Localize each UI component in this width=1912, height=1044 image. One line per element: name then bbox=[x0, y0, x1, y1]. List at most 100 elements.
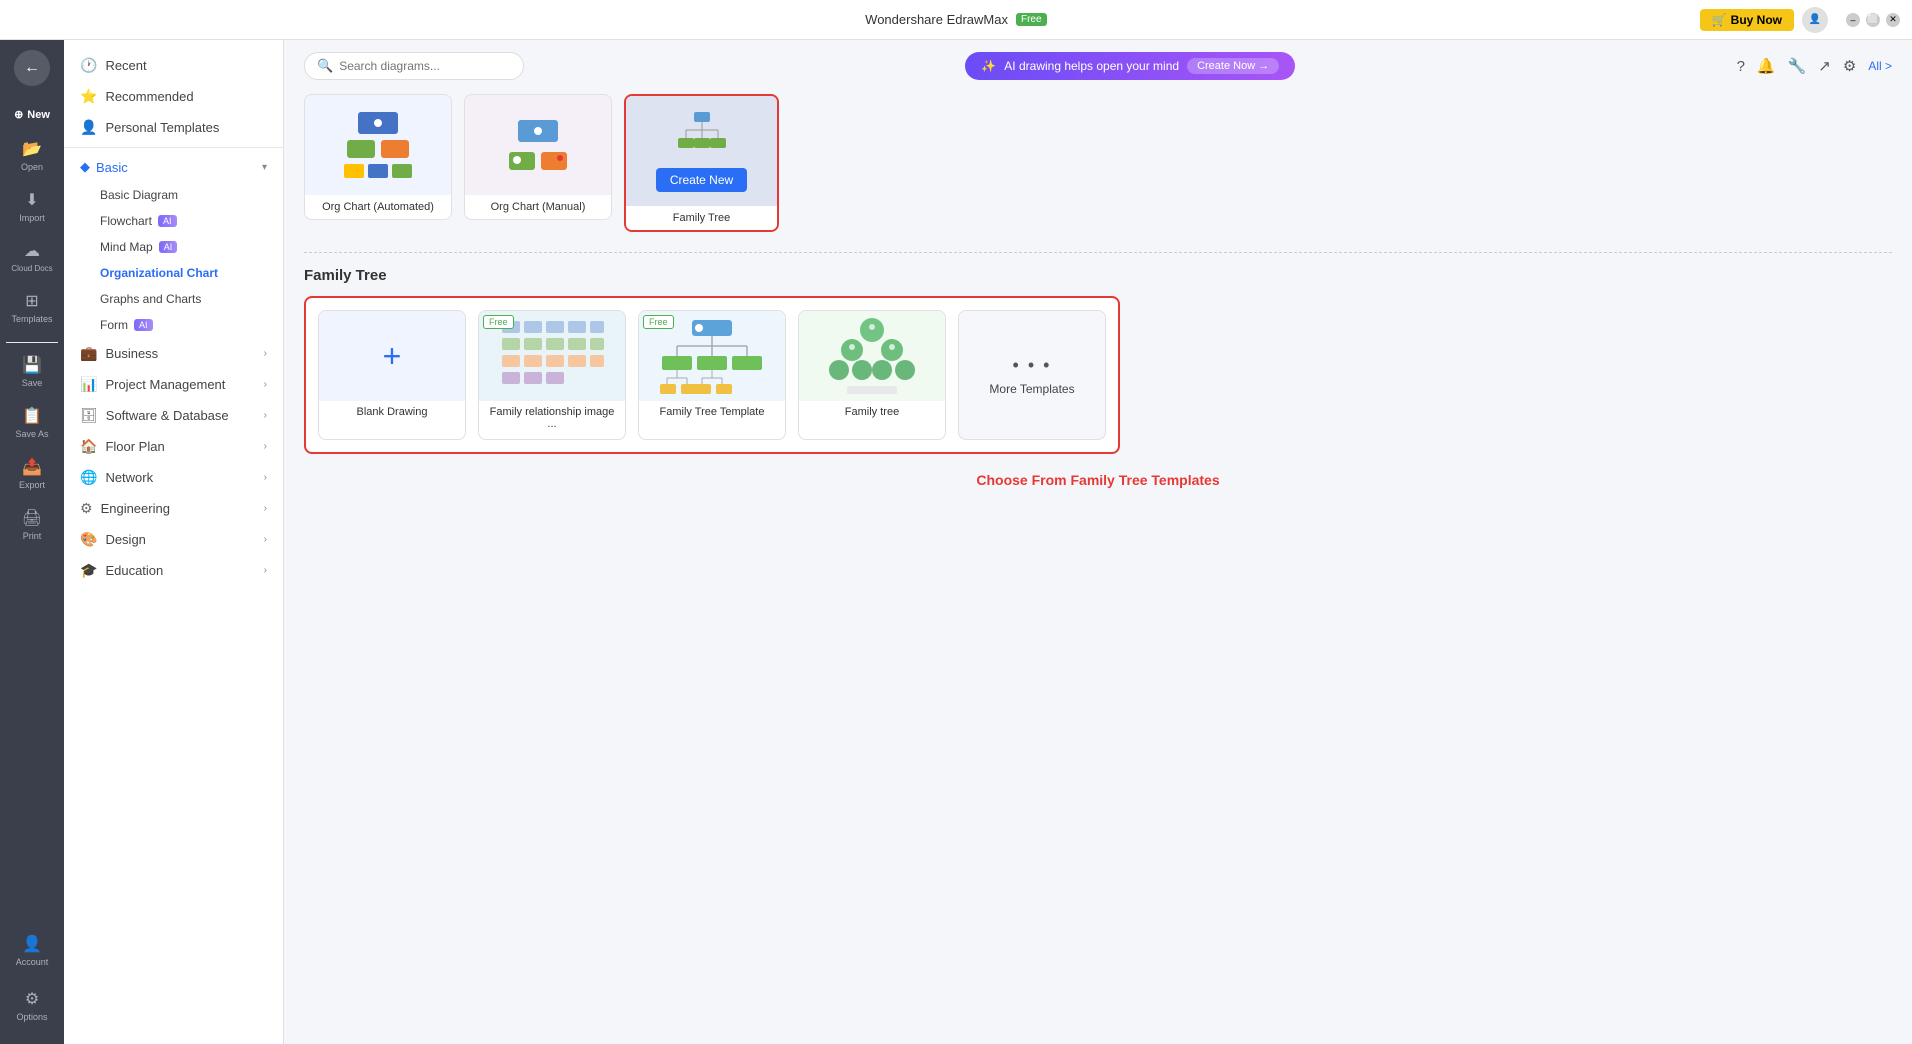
more-templates-label: More Templates bbox=[989, 382, 1074, 396]
family-rel-card[interactable]: Free bbox=[478, 310, 626, 440]
print-icon: 🖨 bbox=[22, 508, 42, 528]
ai-badge-mindmap: AI bbox=[159, 241, 178, 253]
recent-icon: 🕐 bbox=[80, 57, 97, 74]
blank-label: Blank Drawing bbox=[319, 401, 465, 423]
sidebar-item-project[interactable]: 📊 Project Management › bbox=[64, 369, 283, 400]
chevron-right-engineering: › bbox=[264, 503, 267, 514]
chevron-right-software: › bbox=[264, 410, 267, 421]
sidebar-item-basic-diagram[interactable]: Basic Diagram bbox=[64, 182, 283, 208]
chevron-right-floor: › bbox=[264, 441, 267, 452]
sidebar-item-export[interactable]: 📤 Export bbox=[3, 451, 61, 496]
more-dots: • • • bbox=[1013, 355, 1052, 376]
sidebar-item-account[interactable]: 👤 Account bbox=[3, 928, 61, 973]
sidebar-item-network[interactable]: 🌐 Network › bbox=[64, 462, 283, 493]
blank-drawing-card[interactable]: + Blank Drawing bbox=[318, 310, 466, 440]
family-tree-card[interactable]: Family tree bbox=[798, 310, 946, 440]
app-name: Wondershare EdrawMax bbox=[865, 12, 1008, 27]
business-icon: 💼 bbox=[80, 345, 97, 362]
sidebar-item-import[interactable]: ⬇ Import bbox=[3, 184, 61, 229]
sidebar-item-floor[interactable]: 🏠 Floor Plan › bbox=[64, 431, 283, 462]
family-tree-create-card[interactable]: Create New Family Tree bbox=[624, 94, 779, 232]
main-content: 🔍 ✨ AI drawing helps open your mind Crea… bbox=[284, 40, 1912, 1044]
sidebar-item-design[interactable]: 🎨 Design › bbox=[64, 524, 283, 555]
sidebar-item-saveas[interactable]: 📋 Save As bbox=[3, 400, 61, 445]
sidebar-item-software[interactable]: 🗄 Software & Database › bbox=[64, 400, 283, 431]
sidebar-item-new[interactable]: ⊕ New bbox=[3, 102, 61, 127]
free-badge: Free bbox=[1016, 13, 1047, 26]
sidebar-item-form[interactable]: Form AI bbox=[64, 312, 283, 338]
close-button[interactable]: ✕ bbox=[1886, 13, 1900, 27]
personal-icon: 👤 bbox=[80, 119, 97, 136]
minimize-button[interactable]: – bbox=[1846, 13, 1860, 27]
family-rel-graphic bbox=[497, 316, 607, 396]
tools-icon[interactable]: 🔧 bbox=[1788, 57, 1807, 75]
basic-icon: ◆ bbox=[80, 159, 90, 175]
titlebar-right: 🛒 Buy Now 👤 – ⬜ ✕ bbox=[1700, 7, 1900, 33]
free-tag-template: Free bbox=[643, 315, 674, 329]
chevron-right-education: › bbox=[264, 565, 267, 576]
sidebar-item-save[interactable]: 💾 Save bbox=[3, 349, 61, 394]
create-new-button[interactable]: Create New bbox=[656, 168, 747, 192]
sidebar-item-flowchart[interactable]: Flowchart AI bbox=[64, 208, 283, 234]
chevron-down-icon: ▾ bbox=[262, 162, 267, 173]
free-tag-rel: Free bbox=[483, 315, 514, 329]
sidebar-item-templates[interactable]: ⊞ Templates bbox=[3, 285, 61, 330]
ai-banner[interactable]: ✨ AI drawing helps open your mind Create… bbox=[965, 52, 1295, 80]
category-basic[interactable]: ◆ Basic ▾ bbox=[64, 152, 283, 182]
sidebar-item-cloud[interactable]: ☁ Cloud Docs bbox=[3, 235, 61, 279]
family-template-card[interactable]: Free bbox=[638, 310, 786, 440]
sidebar-item-graphs[interactable]: Graphs and Charts bbox=[64, 286, 283, 312]
family-template-label: Family Tree Template bbox=[639, 401, 785, 423]
buy-now-button[interactable]: 🛒 Buy Now bbox=[1700, 9, 1794, 31]
left-panel: 🕐 Recent ⭐ Recommended 👤 Personal Templa… bbox=[64, 40, 284, 1044]
org-auto-label: Org Chart (Automated) bbox=[305, 195, 451, 219]
ai-sparkle-icon: ✨ bbox=[981, 59, 996, 73]
sidebar-item-recommended[interactable]: ⭐ Recommended bbox=[64, 81, 283, 112]
search-input[interactable] bbox=[339, 59, 511, 73]
sidebar-item-business[interactable]: 💼 Business › bbox=[64, 338, 283, 369]
maximize-button[interactable]: ⬜ bbox=[1866, 13, 1880, 27]
family-tree-mini-graphic bbox=[672, 110, 732, 160]
family-tree-cards-wrapper: + Blank Drawing Free bbox=[304, 296, 1120, 454]
sidebar-item-recent[interactable]: 🕐 Recent bbox=[64, 50, 283, 81]
open-icon: 📂 bbox=[22, 139, 42, 159]
software-icon: 🗄 bbox=[80, 407, 98, 424]
icon-sidebar-bottom: 👤 Account ⚙ Options bbox=[3, 928, 61, 1044]
account-icon: 👤 bbox=[22, 934, 42, 954]
bell-icon[interactable]: 🔔 bbox=[1757, 57, 1776, 75]
avatar[interactable]: 👤 bbox=[1802, 7, 1828, 33]
cloud-icon: ☁ bbox=[24, 241, 40, 261]
family-tree-create-label: Family Tree bbox=[626, 206, 777, 230]
help-icon[interactable]: ? bbox=[1737, 58, 1745, 75]
sidebar-item-options[interactable]: ⚙ Options bbox=[3, 983, 61, 1028]
more-templates-card[interactable]: • • • More Templates bbox=[958, 310, 1106, 440]
sidebar-item-mind-map[interactable]: Mind Map AI bbox=[64, 234, 283, 260]
family-template-graphic bbox=[657, 316, 767, 396]
chevron-right-business: › bbox=[264, 348, 267, 359]
org-auto-preview bbox=[305, 95, 451, 195]
templates-icon: ⊞ bbox=[25, 291, 38, 311]
sidebar-item-engineering[interactable]: ⚙ Engineering › bbox=[64, 493, 283, 524]
sidebar-item-open[interactable]: 📂 Open bbox=[3, 133, 61, 178]
sidebar-item-personal[interactable]: 👤 Personal Templates bbox=[64, 112, 283, 143]
settings-icon[interactable]: ⚙ bbox=[1843, 57, 1856, 75]
org-chart-row: Org Chart (Automated) bbox=[304, 94, 1892, 232]
org-chart-automated-card[interactable]: Org Chart (Automated) bbox=[304, 94, 452, 220]
back-button[interactable]: ← bbox=[14, 50, 50, 86]
all-link[interactable]: All > bbox=[1868, 59, 1892, 73]
sidebar-item-print[interactable]: 🖨 Print bbox=[3, 502, 61, 547]
search-bar[interactable]: 🔍 bbox=[304, 52, 524, 80]
org-manual-label: Org Chart (Manual) bbox=[465, 195, 611, 219]
family-tree-preview bbox=[799, 311, 945, 401]
sidebar-item-education[interactable]: 🎓 Education › bbox=[64, 555, 283, 586]
org-chart-manual-card[interactable]: Org Chart (Manual) bbox=[464, 94, 612, 220]
org-manual-graphic bbox=[509, 120, 567, 170]
new-icon: ⊕ bbox=[14, 108, 23, 121]
saveas-icon: 📋 bbox=[22, 406, 42, 426]
family-rel-label: Family relationship image ... bbox=[479, 401, 625, 435]
share-icon[interactable]: ↗ bbox=[1818, 57, 1831, 75]
family-tree-section-heading: Family Tree bbox=[304, 267, 1892, 284]
toolbar-right-icons: ? 🔔 🔧 ↗ ⚙ All > bbox=[1737, 57, 1892, 75]
ai-badge-form: AI bbox=[134, 319, 153, 331]
sidebar-item-org-chart[interactable]: Organizational Chart bbox=[64, 260, 283, 286]
